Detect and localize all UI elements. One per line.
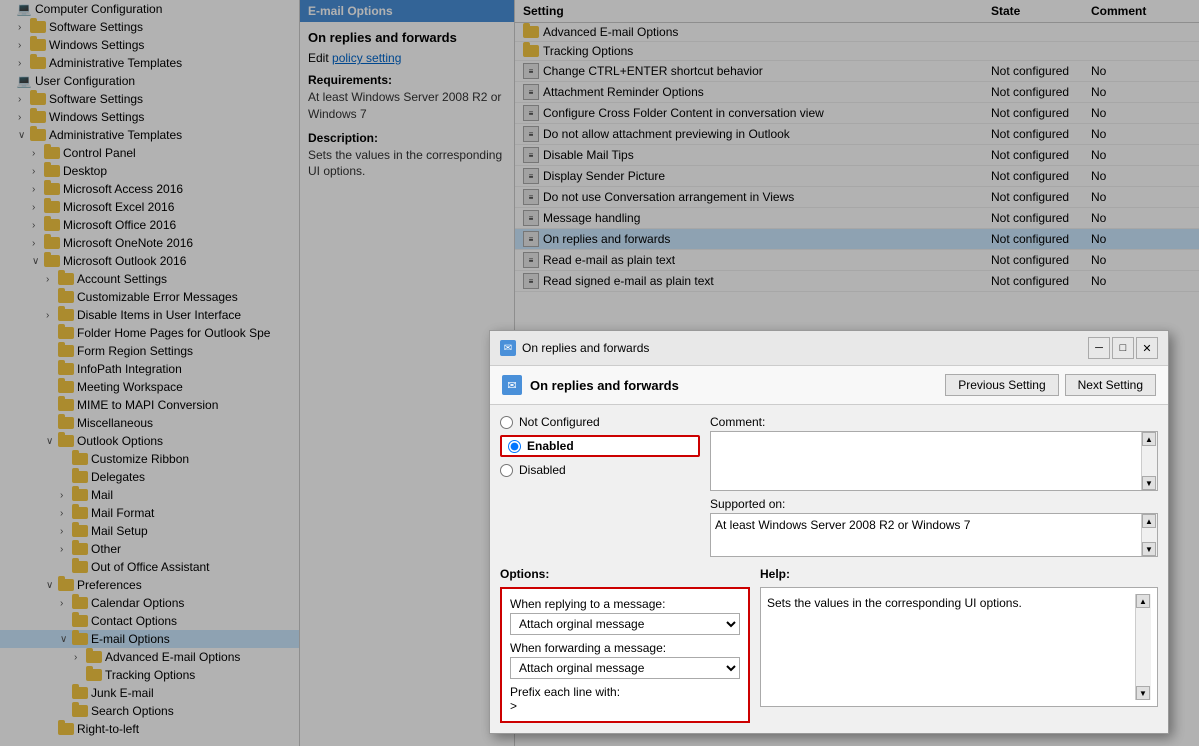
modal-titlebar: ✉ On replies and forwards ─ □ ✕ (490, 331, 1168, 366)
options-box: When replying to a message: Attach orgin… (500, 587, 750, 723)
modal-left: Not Configured Enabled Disabled (500, 415, 700, 557)
help-scroll-up[interactable]: ▲ (1136, 594, 1150, 608)
prefix-arrow-value: > (510, 699, 517, 713)
modal-right: Comment: ▲ ▼ Supported on: At least Wind… (710, 415, 1158, 557)
when-forwarding-label: When forwarding a message: (510, 641, 740, 655)
when-replying-select[interactable]: Attach orginal message Do not include or… (510, 613, 740, 635)
prefix-label: Prefix each line with: (510, 685, 740, 699)
maximize-button[interactable]: □ (1112, 337, 1134, 359)
scroll-track (1142, 446, 1157, 476)
modal-overlay: ✉ On replies and forwards ─ □ ✕ ✉ On rep… (0, 0, 1199, 746)
modal-title-text: On replies and forwards (522, 341, 649, 355)
close-button[interactable]: ✕ (1136, 337, 1158, 359)
radio-disabled[interactable]: Disabled (500, 463, 700, 477)
supported-scroll-up[interactable]: ▲ (1142, 514, 1156, 528)
help-panel: Help: Sets the values in the correspondi… (760, 567, 1158, 723)
comment-textarea[interactable] (711, 432, 1141, 490)
modal-nav-buttons: Previous Setting Next Setting (945, 374, 1156, 396)
help-text: Sets the values in the corresponding UI … (767, 594, 1135, 700)
options-heading: Options: (500, 567, 750, 581)
radio-disabled-label: Disabled (519, 463, 566, 477)
modal-dialog: ✉ On replies and forwards ─ □ ✕ ✉ On rep… (489, 330, 1169, 734)
supported-label: Supported on: (710, 497, 1158, 511)
help-scroll-track (1136, 608, 1151, 686)
modal-title-icon: ✉ (500, 340, 516, 356)
supported-scrollbar: ▲ ▼ (1141, 514, 1157, 556)
minimize-button[interactable]: ─ (1088, 337, 1110, 359)
previous-setting-button[interactable]: Previous Setting (945, 374, 1058, 396)
radio-not-configured-label: Not Configured (519, 415, 600, 429)
comment-scrollbar: ▲ ▼ (1141, 432, 1157, 490)
modal-options-help: Options: When replying to a message: Att… (490, 567, 1168, 733)
options-panel: Options: When replying to a message: Att… (500, 567, 750, 723)
radio-not-configured[interactable]: Not Configured (500, 415, 700, 429)
supported-scroll-track (1142, 528, 1157, 542)
modal-title-left: ✉ On replies and forwards (500, 340, 649, 356)
scroll-down-arrow[interactable]: ▼ (1142, 476, 1156, 490)
supported-text: At least Windows Server 2008 R2 or Windo… (711, 514, 1141, 556)
modal-header-title: On replies and forwards (530, 378, 937, 393)
comment-label: Comment: (710, 415, 1158, 429)
supported-scroll-down[interactable]: ▼ (1142, 542, 1156, 556)
radio-not-configured-input[interactable] (500, 416, 513, 429)
comment-section: Comment: ▲ ▼ (710, 415, 1158, 491)
supported-section: Supported on: At least Windows Server 20… (710, 497, 1158, 557)
forward-option-row: When forwarding a message: Attach orgina… (510, 641, 740, 679)
radio-enabled-label: Enabled (527, 439, 574, 453)
next-setting-button[interactable]: Next Setting (1065, 374, 1156, 396)
help-heading: Help: (760, 567, 1158, 581)
prefix-row: Prefix each line with: > (510, 685, 740, 713)
when-replying-label: When replying to a message: (510, 597, 740, 611)
help-scrollbar: ▲ ▼ (1135, 594, 1151, 700)
modal-header: ✉ On replies and forwards Previous Setti… (490, 366, 1168, 405)
when-forwarding-select[interactable]: Attach orginal message Do not include or… (510, 657, 740, 679)
scroll-up-arrow[interactable]: ▲ (1142, 432, 1156, 446)
modal-header-icon: ✉ (502, 375, 522, 395)
reply-option-row: When replying to a message: Attach orgin… (510, 597, 740, 635)
modal-controls: ─ □ ✕ (1088, 337, 1158, 359)
radio-disabled-input[interactable] (500, 464, 513, 477)
radio-enabled-container[interactable]: Enabled (500, 435, 700, 457)
help-box: Sets the values in the corresponding UI … (760, 587, 1158, 707)
radio-group: Not Configured Enabled Disabled (500, 415, 700, 477)
modal-body: Not Configured Enabled Disabled Comment: (490, 405, 1168, 567)
radio-enabled-input[interactable] (508, 440, 521, 453)
help-scroll-down[interactable]: ▼ (1136, 686, 1150, 700)
